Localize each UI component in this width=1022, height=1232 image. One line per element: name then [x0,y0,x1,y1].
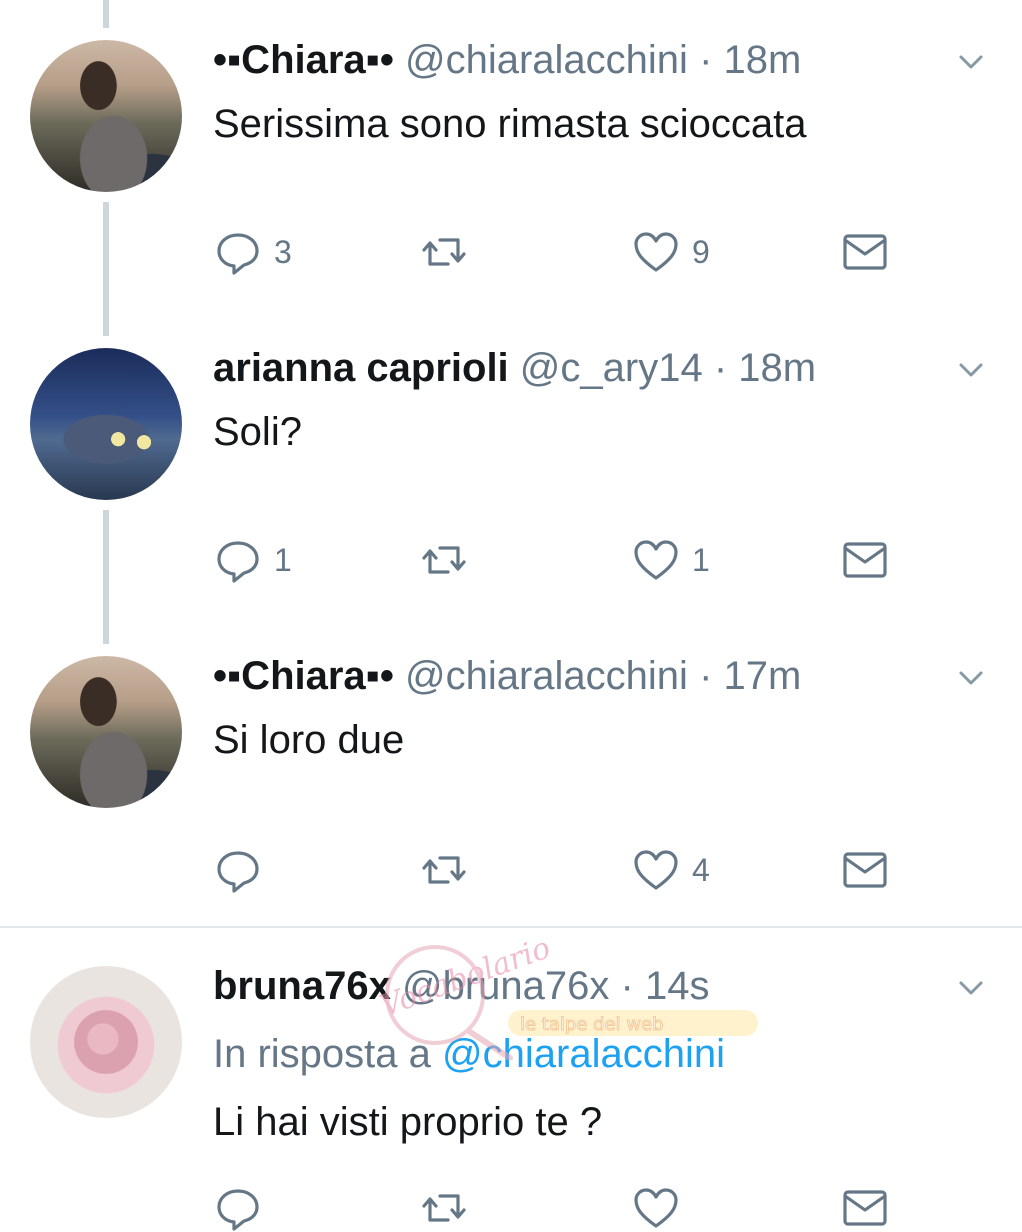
reply-button[interactable]: 1 [214,536,292,584]
reply-button[interactable] [214,846,262,894]
separator: · [713,346,728,390]
timestamp[interactable]: 18m [738,346,816,390]
watermark-logo: Vocabolario le talpe del web [375,940,758,1060]
retweet-icon [422,238,466,266]
avatar[interactable] [30,966,182,1118]
like-button[interactable]: 9 [632,228,710,276]
chevron-down-icon[interactable] [958,52,984,72]
separator: · [699,38,713,82]
like-icon [634,540,678,580]
message-icon [843,234,887,270]
message-button[interactable] [841,1184,889,1232]
divider [0,926,1022,928]
retweet-button[interactable] [420,536,468,584]
message-icon [843,1190,887,1226]
retweet-button[interactable] [420,846,468,894]
message-icon [843,852,887,888]
tweet-actions: 3 9 [0,228,1022,276]
tweet-actions [0,1184,1022,1232]
user-handle[interactable]: @chiaralacchini [405,654,688,698]
thread-line [103,0,109,28]
tweet-text: Serissima sono rimasta scioccata [213,102,807,146]
chevron-down-icon[interactable] [958,668,984,688]
reply-icon [217,541,259,583]
avatar[interactable] [30,40,182,192]
like-button[interactable]: 4 [632,846,710,894]
avatar[interactable] [30,348,182,500]
chevron-down-icon[interactable] [958,978,984,998]
chevron-down-icon[interactable] [958,360,984,380]
like-icon [634,850,678,890]
like-count: 4 [692,851,710,888]
tweet-text: Li hai visti proprio te ? [213,1100,603,1144]
avatar[interactable] [30,656,182,808]
retweet-icon [422,856,466,884]
message-button[interactable] [841,228,889,276]
like-button[interactable]: 1 [632,536,710,584]
tweet-header: •▪Chiara▪• @chiaralacchini · 18m [213,36,801,84]
user-handle[interactable]: @chiaralacchini [405,38,688,82]
reply-button[interactable]: 3 [214,228,292,276]
retweet-icon [422,546,466,574]
tweet-header: •▪Chiara▪• @chiaralacchini · 17m [213,652,801,700]
watermark-subtext: le talpe del web [520,1014,664,1035]
message-button[interactable] [841,536,889,584]
user-handle[interactable]: @c_ary14 [520,346,703,390]
retweet-button[interactable] [420,1184,468,1232]
reply-icon [217,233,259,275]
reply-count: 3 [274,233,292,270]
message-icon [843,542,887,578]
retweet-button[interactable] [420,228,468,276]
tweet-text: Si loro due [213,718,405,762]
tweet-actions: 4 [0,846,1022,894]
tweet-text: Soli? [213,410,302,454]
display-name[interactable]: arianna caprioli [213,346,509,390]
message-button[interactable] [841,846,889,894]
display-name[interactable]: •▪Chiara▪• [213,654,394,698]
timestamp[interactable]: 17m [724,654,802,698]
like-button[interactable] [632,1184,680,1232]
tweet-actions: 1 1 [0,536,1022,584]
reply-count: 1 [274,541,292,578]
timestamp[interactable]: 18m [724,38,802,82]
display-name[interactable]: •▪Chiara▪• [213,38,394,82]
like-icon [634,232,678,272]
reply-icon [217,851,259,893]
like-count: 9 [692,233,710,270]
like-count: 1 [692,541,710,578]
separator: · [699,654,713,698]
like-icon [634,1188,678,1228]
retweet-icon [422,1194,466,1222]
reply-icon [217,1189,259,1231]
tweet-header: arianna caprioli @c_ary14 · 18m [213,344,816,392]
reply-button[interactable] [214,1184,262,1232]
